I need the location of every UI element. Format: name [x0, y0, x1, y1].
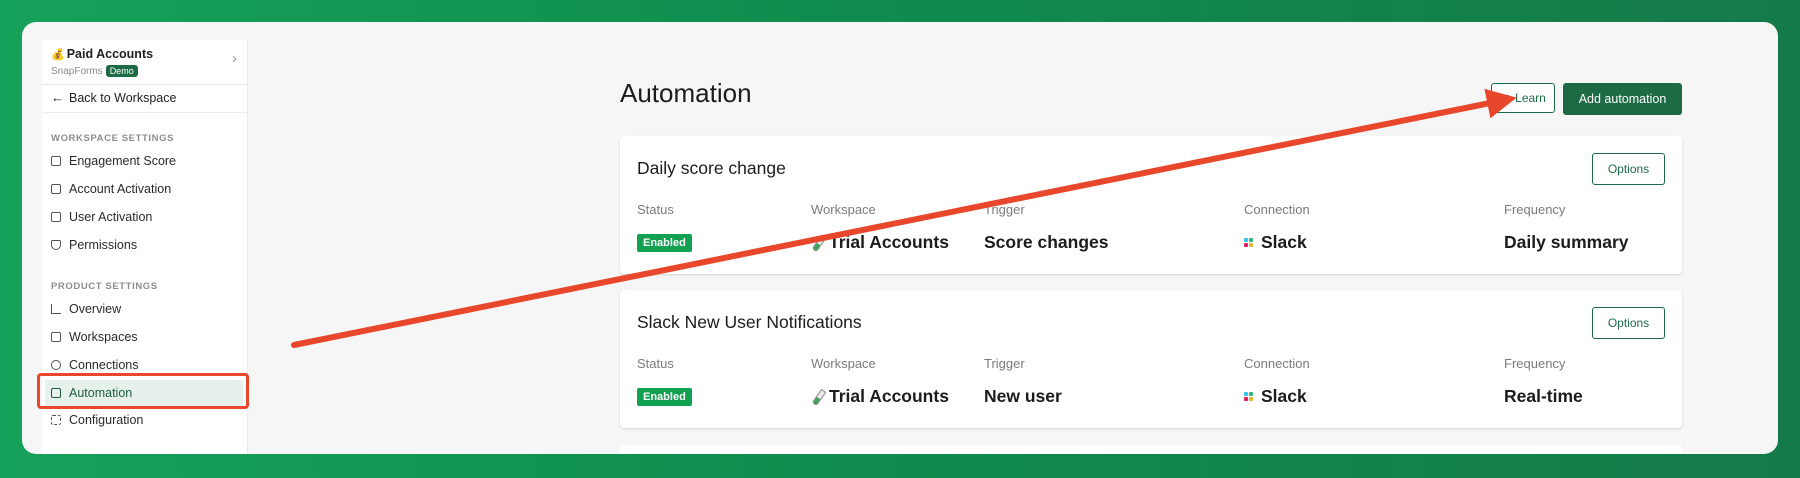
status-label: Status [637, 202, 674, 217]
sidebar-item-label: Engagement Score [69, 154, 177, 168]
slack-icon [1244, 392, 1253, 401]
demo-badge: Demo [105, 65, 138, 77]
shield-icon [51, 240, 61, 250]
sidebar-item-label: Permissions [69, 238, 138, 252]
automation-title: Daily score change [637, 158, 786, 178]
grid-icon [51, 415, 61, 425]
workspace-settings-heading: WORKSPACE SETTINGS [51, 133, 175, 144]
frequency-value: Daily summary [1504, 232, 1629, 252]
automation-card-partial [620, 445, 1682, 454]
automation-title: Slack New User Notifications [637, 312, 862, 332]
sidebar-item-label: User Activation [69, 210, 153, 224]
sidebar-item-label: Configuration [69, 413, 144, 427]
layout-icon [51, 332, 61, 342]
sidebar-item-permissions[interactable]: Permissions [51, 234, 241, 256]
line-chart-icon [51, 304, 61, 314]
book-icon [1500, 94, 1510, 102]
sidebar-item-engagement-score[interactable]: Engagement Score [51, 150, 241, 172]
learn-button[interactable]: Learn [1491, 83, 1555, 113]
test-tube-icon [811, 390, 824, 403]
status-badge: Enabled [637, 234, 692, 252]
trigger-label: Trigger [984, 356, 1025, 371]
arrow-left-icon: ← [51, 90, 64, 105]
workspace-label: Workspace [811, 356, 876, 371]
sidebar-item-configuration[interactable]: Configuration [51, 409, 241, 431]
money-bag-icon: 💰 [51, 49, 65, 61]
user-list-icon [51, 212, 61, 222]
workspace-sub-text: SnapForms [51, 66, 103, 77]
sidebar-item-user-activation[interactable]: User Activation [51, 206, 241, 228]
chevron-right-icon[interactable]: › [232, 50, 237, 67]
sidebar-item-label: Connections [69, 358, 139, 372]
automation-card: Slack New User Notifications Options Sta… [620, 290, 1682, 428]
frequency-value: Real-time [1504, 386, 1583, 406]
options-button[interactable]: Options [1592, 307, 1665, 339]
test-tube-icon [811, 236, 824, 249]
add-automation-button[interactable]: Add automation [1563, 83, 1682, 115]
connection-value: Slack [1244, 386, 1307, 407]
plug-icon [51, 360, 61, 370]
connection-label: Connection [1244, 202, 1310, 217]
back-to-workspace-link[interactable]: ← Back to Workspace [51, 90, 176, 105]
chart-grid-icon [51, 156, 61, 166]
workspace-label: Workspace [811, 202, 876, 217]
frequency-label: Frequency [1504, 356, 1566, 371]
workspace-switcher[interactable]: 💰 Paid Accounts SnapForms Demo › [42, 40, 247, 85]
product-settings-heading: PRODUCT SETTINGS [51, 281, 158, 292]
list-icon [51, 184, 61, 194]
sidebar-item-account-activation[interactable]: Account Activation [51, 178, 241, 200]
workspace-name: 💰 Paid Accounts [51, 47, 153, 61]
workspace-value-text: Trial Accounts [829, 232, 949, 252]
sidebar-item-label: Overview [69, 302, 122, 316]
app-window: 💰 Paid Accounts SnapForms Demo › ← Back to … [22, 22, 1778, 454]
status-badge: Enabled [637, 388, 692, 406]
status-label: Status [637, 356, 674, 371]
sidebar-item-workspaces[interactable]: Workspaces [51, 326, 241, 348]
annotation-highlight-box [37, 373, 249, 409]
sidebar-item-label: Workspaces [69, 330, 138, 344]
workspace-value: Trial Accounts [811, 232, 949, 253]
page-title: Automation [620, 78, 752, 108]
connection-value-text: Slack [1261, 232, 1307, 252]
back-label: Back to Workspace [69, 91, 177, 105]
connection-value-text: Slack [1261, 386, 1307, 406]
workspace-value-text: Trial Accounts [829, 386, 949, 406]
slack-icon [1244, 238, 1253, 247]
sidebar-item-overview[interactable]: Overview [51, 298, 241, 320]
divider [42, 112, 247, 113]
connection-label: Connection [1244, 356, 1310, 371]
trigger-value: Score changes [984, 232, 1109, 252]
workspace-name-text: Paid Accounts [66, 47, 154, 61]
workspace-value: Trial Accounts [811, 386, 949, 407]
automation-card: Daily score change Options Status Worksp… [620, 136, 1682, 274]
frequency-label: Frequency [1504, 202, 1566, 217]
trigger-label: Trigger [984, 202, 1025, 217]
learn-label: Learn [1515, 91, 1546, 105]
options-button[interactable]: Options [1592, 153, 1665, 185]
sidebar-item-label: Account Activation [69, 182, 172, 196]
connection-value: Slack [1244, 232, 1307, 253]
workspace-sub: SnapForms Demo [51, 65, 138, 77]
trigger-value: New user [984, 386, 1062, 406]
